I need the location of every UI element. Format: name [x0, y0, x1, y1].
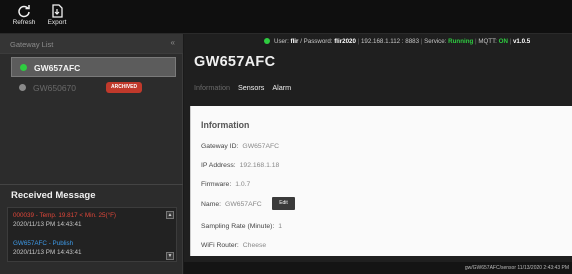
- wifi-router-value: Cheese: [242, 242, 267, 249]
- gateway-item-gw650670[interactable]: GW650670 ARCHIVED: [11, 78, 176, 98]
- status-footer: gw/GW657AFC/sensor 11/13/2020 2:43:43 PM: [184, 262, 572, 274]
- last-message-topic: gw/GW657AFC/sensor 11/13/2020 2:43:43 PM: [464, 265, 569, 271]
- main-panel: User: flir / Password: flir2020 | 192.16…: [184, 34, 572, 274]
- ip-address-row: IP Address: 192.168.1.18: [201, 162, 280, 169]
- received-message-title: Received Message: [11, 190, 96, 201]
- connection-status-dot: [264, 38, 270, 44]
- connection-status-bar: User: flir / Password: flir2020 | 192.16…: [184, 34, 572, 48]
- connection-status-text: User: flir / Password: flir2020 | 192.16…: [274, 38, 531, 45]
- collapse-sidebar-icon[interactable]: «: [171, 38, 175, 47]
- scroll-up-icon[interactable]: ▲: [166, 211, 174, 219]
- gateway-list-title: Gateway List: [10, 40, 54, 49]
- gateway-id-value: GW657AFC: [242, 143, 280, 150]
- sampling-rate-row: Sampling Rate (Minute): 1: [201, 223, 283, 230]
- gateway-name: GW657AFC: [34, 63, 81, 73]
- archived-badge: ARCHIVED: [106, 82, 143, 93]
- message-item: 000039 - Temp. 19.817 < Min. 25(°F) 2020…: [13, 212, 116, 228]
- firmware-value: 1.0.7: [235, 181, 251, 188]
- mqtt-status: ON: [498, 38, 508, 45]
- message-time: 2020/11/13 PM 14:43:41: [13, 221, 82, 228]
- sidebar: Gateway List « GW657AFC GW650670 ARCHIVE…: [0, 34, 183, 274]
- information-card: Information Gateway ID: GW657AFC IP Addre…: [190, 106, 572, 256]
- export-icon: [40, 4, 74, 18]
- gateway-id-row: Gateway ID: GW657AFC: [201, 143, 280, 150]
- tab-alarm[interactable]: Alarm: [272, 83, 291, 92]
- sampling-rate-value: 1: [278, 223, 283, 230]
- toolbar: Refresh Export: [0, 0, 572, 34]
- refresh-icon: [7, 4, 41, 18]
- tab-sensors[interactable]: Sensors: [238, 83, 264, 92]
- page-title: GW657AFC: [194, 54, 276, 70]
- ip-address-value: 192.168.1.18: [239, 162, 280, 169]
- wifi-router-row: WiFi Router: Cheese: [201, 242, 267, 249]
- received-message-list[interactable]: 000039 - Temp. 19.817 < Min. 25(°F) 2020…: [7, 207, 177, 262]
- refresh-button[interactable]: Refresh: [7, 4, 41, 32]
- export-label: Export: [47, 19, 67, 26]
- gateway-name: GW650670: [33, 83, 76, 93]
- message-item: GW657AFC - Publish 2020/11/13 PM 14:43:4…: [13, 240, 82, 256]
- information-heading: Information: [201, 120, 250, 130]
- version-label: v1.0.5: [512, 38, 531, 45]
- export-button[interactable]: Export: [40, 4, 74, 32]
- online-status-dot: [20, 64, 27, 71]
- name-row: Name: GW657AFC: [201, 201, 262, 208]
- tab-information[interactable]: Information: [194, 83, 230, 92]
- name-value: GW657AFC: [225, 201, 262, 208]
- received-message-header: Received Message: [0, 184, 183, 204]
- offline-status-dot: [19, 84, 26, 91]
- refresh-label: Refresh: [12, 19, 36, 26]
- message-text: GW657AFC - Publish: [13, 240, 74, 247]
- service-status: Running: [448, 38, 474, 45]
- gateway-list-header: Gateway List «: [0, 34, 183, 54]
- message-text: 000039 - Temp. 19.817 < Min. 25(°F): [13, 212, 117, 219]
- detail-tabs: Information Sensors Alarm: [194, 83, 297, 92]
- message-time: 2020/11/13 PM 14:43:41: [13, 249, 82, 256]
- edit-name-button[interactable]: Edit: [272, 197, 295, 210]
- firmware-row: Firmware: 1.0.7: [201, 181, 251, 188]
- scroll-down-icon[interactable]: ▼: [166, 252, 174, 260]
- gateway-item-gw657afc[interactable]: GW657AFC: [11, 57, 176, 77]
